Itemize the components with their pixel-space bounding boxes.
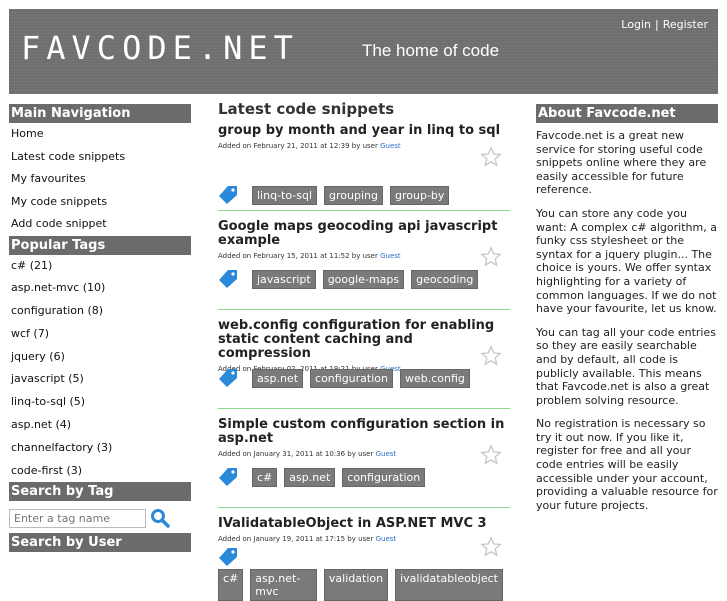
star-icon[interactable] bbox=[480, 146, 502, 168]
tag-pill[interactable]: ivalidatableobject bbox=[395, 569, 503, 601]
snippet-title[interactable]: web.config configuration for enabling st… bbox=[218, 319, 510, 361]
site-tagline: The home of code bbox=[362, 41, 500, 60]
search-icon[interactable] bbox=[150, 508, 170, 529]
snippet-item: web.config configuration for enabling st… bbox=[218, 319, 510, 409]
snippet-date: Added on January 31, 2011 at 10:36 by us… bbox=[218, 450, 374, 458]
snippet-title[interactable]: Simple custom configuration section in a… bbox=[218, 418, 510, 446]
tag-pill[interactable]: c# bbox=[218, 569, 244, 601]
tag-pill[interactable]: validation bbox=[323, 569, 389, 601]
tag-pill[interactable]: group-by bbox=[390, 185, 450, 205]
popular-tag-item[interactable]: linq-to-sql (5) bbox=[9, 391, 191, 414]
auth-separator: | bbox=[654, 18, 659, 31]
about-title: About Favcode.net bbox=[536, 104, 718, 123]
tag-pill[interactable]: configuration bbox=[310, 368, 393, 388]
nav-item-favourites[interactable]: My favourites bbox=[9, 168, 191, 191]
popular-tag-item[interactable]: jquery (6) bbox=[9, 346, 191, 369]
login-link[interactable]: Login bbox=[621, 18, 651, 31]
tag-pill[interactable]: grouping bbox=[324, 185, 383, 205]
latest-snippets-column: Latest code snippets group by month and … bbox=[218, 100, 510, 601]
snippet-tags: linq-to-sql grouping group-by bbox=[218, 185, 456, 205]
popular-tag-item[interactable]: javascript (5) bbox=[9, 368, 191, 391]
popular-tag-item[interactable]: wcf (7) bbox=[9, 323, 191, 346]
snippet-user-link[interactable]: Guest bbox=[380, 142, 401, 150]
snippet-meta: Added on January 19, 2011 at 17:15 by us… bbox=[218, 535, 510, 543]
popular-tag-item[interactable]: channelfactory (3) bbox=[9, 437, 191, 460]
nav-item-home[interactable]: Home bbox=[9, 123, 191, 146]
about-paragraph: You can tag all your code entries so the… bbox=[536, 325, 716, 407]
snippet-item: group by month and year in linq to sql A… bbox=[218, 124, 510, 211]
right-sidebar: About Favcode.net Favcode.net is a great… bbox=[536, 104, 718, 522]
tag-icon bbox=[219, 468, 237, 486]
tag-pill[interactable]: asp.net bbox=[284, 467, 336, 487]
tag-pill-row: c# asp.net-mvc validation ivalidatableob… bbox=[218, 569, 510, 601]
tag-pill[interactable]: javascript bbox=[252, 269, 316, 289]
nav-item-my-snippets[interactable]: My code snippets bbox=[9, 191, 191, 214]
search-by-tag-title: Search by Tag bbox=[9, 482, 191, 502]
snippet-tags: c# asp.net-mvc validation ivalidatableob… bbox=[218, 547, 510, 601]
snippet-title[interactable]: Google maps geocoding api javascript exa… bbox=[218, 220, 510, 248]
snippet-meta: Added on February 21, 2011 at 12:39 by u… bbox=[218, 142, 510, 150]
tag-pill[interactable]: web.config bbox=[399, 368, 470, 388]
snippet-user-link[interactable]: Guest bbox=[376, 535, 397, 543]
snippet-item: Simple custom configuration section in a… bbox=[218, 418, 510, 508]
star-icon[interactable] bbox=[480, 444, 502, 466]
tag-pill[interactable]: google-maps bbox=[322, 269, 405, 289]
tag-pill[interactable]: geocoding bbox=[411, 269, 479, 289]
snippet-title[interactable]: IValidatableObject in ASP.NET MVC 3 bbox=[218, 517, 510, 531]
tag-icon bbox=[219, 186, 237, 204]
snippet-meta: Added on February 15, 2011 at 11:52 by u… bbox=[218, 252, 510, 260]
popular-tag-item[interactable]: asp.net-mvc (10) bbox=[9, 277, 191, 300]
snippet-user-link[interactable]: Guest bbox=[380, 252, 401, 260]
search-by-user-title: Search by User bbox=[9, 533, 191, 553]
tag-pill[interactable]: linq-to-sql bbox=[252, 185, 318, 205]
snippet-meta: Added on January 31, 2011 at 10:36 by us… bbox=[218, 450, 510, 458]
snippet-user-link[interactable]: Guest bbox=[376, 450, 397, 458]
snippet-item: IValidatableObject in ASP.NET MVC 3 Adde… bbox=[218, 517, 510, 601]
popular-tag-item[interactable]: asp.net (4) bbox=[9, 414, 191, 437]
tag-pill[interactable]: asp.net-mvc bbox=[250, 569, 317, 601]
site-logo[interactable]: FAVCODE.NET bbox=[21, 29, 299, 67]
snippet-tags: c# asp.net configuration bbox=[218, 467, 432, 487]
tag-search-row bbox=[9, 501, 191, 533]
register-link[interactable]: Register bbox=[663, 18, 708, 31]
tag-search-input[interactable] bbox=[9, 509, 146, 529]
popular-tag-item[interactable]: code-first (3) bbox=[9, 460, 191, 483]
about-paragraph: You can store any code you want: A compl… bbox=[536, 206, 717, 316]
auth-links: Login | Register bbox=[621, 18, 708, 31]
site-header: FAVCODE.NET The home of code Login | Regis… bbox=[9, 9, 718, 94]
tag-pill[interactable]: configuration bbox=[342, 467, 426, 487]
latest-snippets-title: Latest code snippets bbox=[218, 100, 395, 118]
star-icon[interactable] bbox=[480, 246, 502, 268]
tag-icon bbox=[219, 548, 237, 566]
tag-pill[interactable]: asp.net bbox=[252, 368, 304, 388]
nav-item-add-snippet[interactable]: Add code snippet bbox=[9, 213, 191, 236]
popular-tags-title: Popular Tags bbox=[9, 235, 191, 255]
snippet-date: Added on February 15, 2011 at 11:52 by u… bbox=[218, 252, 378, 260]
star-icon[interactable] bbox=[480, 345, 502, 367]
tag-pill[interactable]: c# bbox=[252, 467, 278, 487]
nav-item-latest[interactable]: Latest code snippets bbox=[9, 146, 191, 169]
left-sidebar: Main Navigation Home Latest code snippet… bbox=[9, 104, 191, 553]
tag-icon bbox=[219, 270, 237, 288]
popular-tag-item[interactable]: configuration (8) bbox=[9, 300, 191, 323]
snippet-tags: asp.net configuration web.config bbox=[218, 368, 477, 388]
snippet-tags: javascript google-maps geocoding bbox=[218, 269, 485, 289]
popular-tag-item[interactable]: c# (21) bbox=[9, 255, 191, 278]
snippet-item: Google maps geocoding api javascript exa… bbox=[218, 220, 510, 310]
snippet-date: Added on January 19, 2011 at 17:15 by us… bbox=[218, 535, 374, 543]
about-paragraph: No registration is necessary so try it o… bbox=[536, 417, 718, 512]
snippet-date: Added on February 21, 2011 at 12:39 by u… bbox=[218, 142, 378, 150]
snippet-title[interactable]: group by month and year in linq to sql bbox=[218, 124, 510, 138]
main-navigation-title: Main Navigation bbox=[9, 104, 191, 123]
tag-icon bbox=[219, 369, 237, 387]
about-paragraph: Favcode.net is a great new service for s… bbox=[536, 129, 707, 197]
